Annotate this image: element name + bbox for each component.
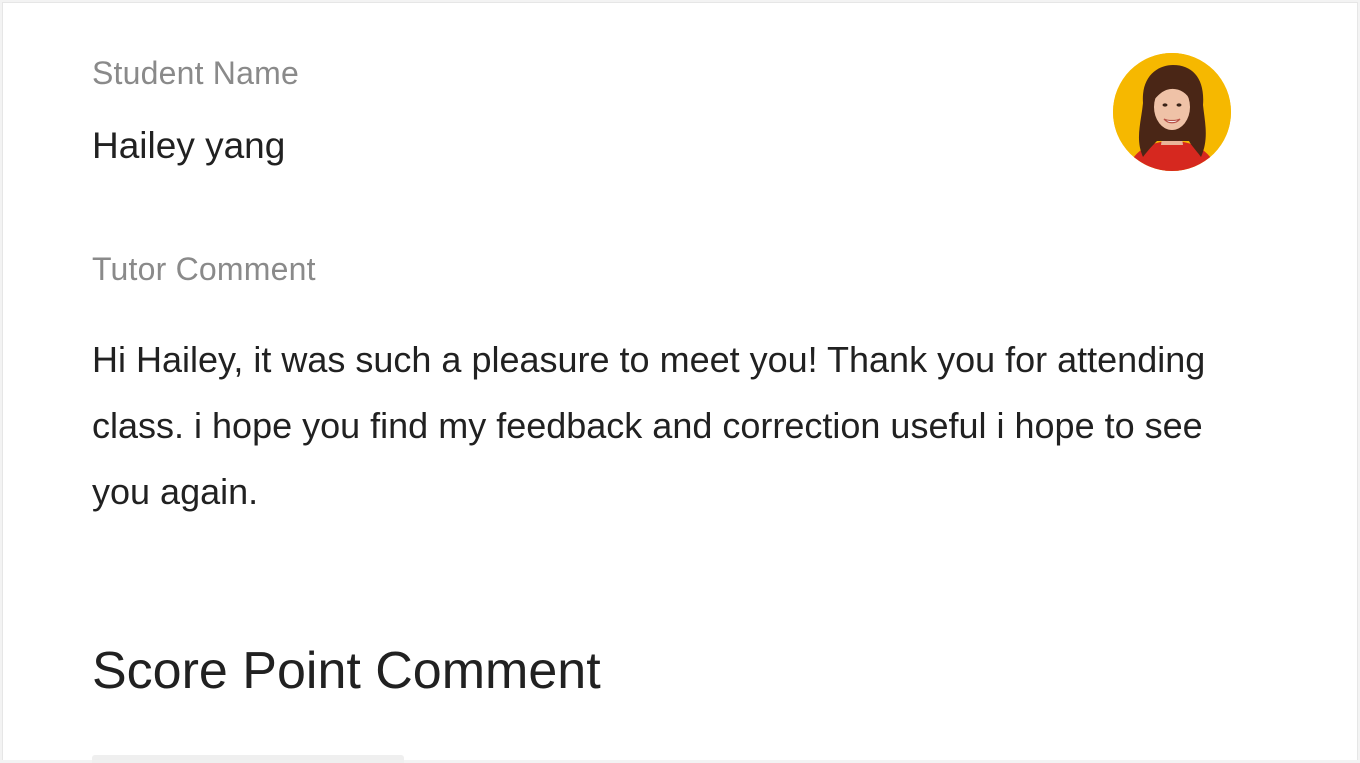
feedback-card: Student Name Hailey yang Tutor Comment H… xyxy=(2,2,1358,763)
student-avatar[interactable] xyxy=(1113,53,1231,171)
student-name-value: Hailey yang xyxy=(92,125,286,166)
tutor-comment-label: Tutor Comment xyxy=(92,251,316,287)
tutor-comment-text: Hi Hailey, it was such a pleasure to mee… xyxy=(92,339,1206,512)
score-point-comment-heading: Score Point Comment xyxy=(92,642,601,700)
student-name-label: Student Name xyxy=(92,55,299,91)
student-photo-icon xyxy=(1113,53,1231,171)
score-input-placeholder xyxy=(92,755,404,763)
